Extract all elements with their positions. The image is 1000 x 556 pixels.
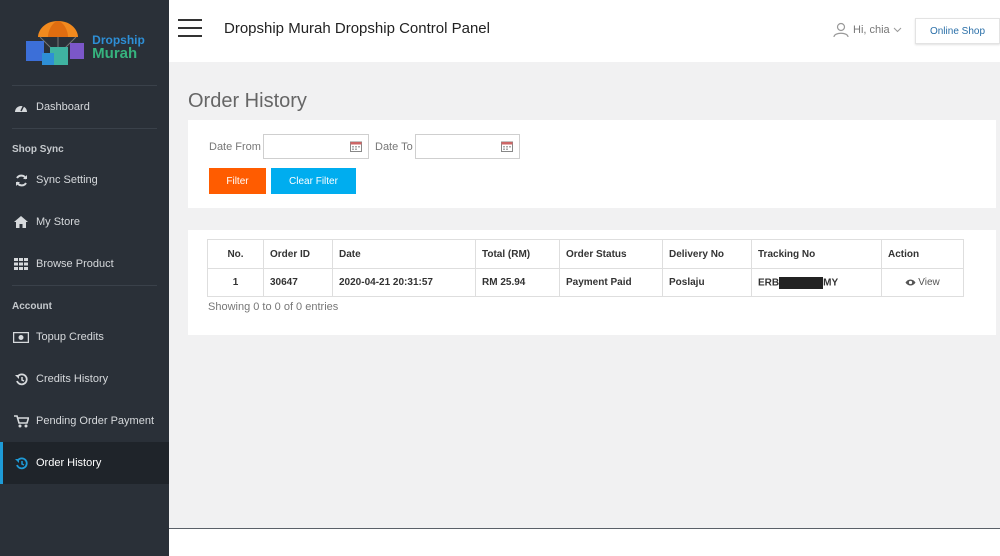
table-row: 1 30647 2020-04-21 20:31:57 RM 25.94 Pay… <box>207 268 964 297</box>
table-summary: Showing 0 to 0 of 0 entries <box>208 301 339 313</box>
sidebar-item-label: Dashboard <box>36 101 90 113</box>
view-label: View <box>918 276 940 288</box>
column-header-total[interactable]: Total (RM) <box>475 239 560 269</box>
footer <box>169 528 1000 556</box>
table-header-row: No. Order ID Date Total (RM) Order Statu… <box>207 239 964 269</box>
tracking-prefix: ERB <box>758 277 780 289</box>
sidebar-item-label: Browse Product <box>36 258 114 270</box>
cart-icon <box>12 414 30 428</box>
column-header-action[interactable]: Action <box>881 239 964 269</box>
eye-icon <box>905 279 916 285</box>
user-icon <box>833 22 849 38</box>
sidebar-item-label: Topup Credits <box>36 331 104 343</box>
date-to-label: Date To <box>375 141 413 153</box>
sidebar-item-credits-history[interactable]: Credits History <box>0 358 169 400</box>
calendar-icon[interactable] <box>501 141 513 152</box>
home-icon <box>12 215 30 229</box>
sidebar-item-topup-credits[interactable]: Topup Credits <box>0 316 169 358</box>
order-table-panel: No. Order ID Date Total (RM) Order Statu… <box>188 230 996 335</box>
cell-date: 2020-04-21 20:31:57 <box>332 268 476 297</box>
tachometer-icon <box>12 100 30 114</box>
top-header: Dropship Murah Dropship Control Panel Hi… <box>169 0 1000 62</box>
sidebar-item-label: My Store <box>36 216 81 228</box>
header-title: Dropship Murah Dropship Control Panel <box>224 20 490 37</box>
date-to-field[interactable] <box>415 134 520 159</box>
column-header-delivery-no[interactable]: Delivery No <box>662 239 752 269</box>
sidebar-item-dashboard[interactable]: Dashboard <box>0 86 169 128</box>
sidebar-item-my-store[interactable]: My Store <box>0 201 169 243</box>
grid-icon <box>12 257 30 271</box>
sidebar-section-shop-sync: Shop Sync <box>12 144 64 155</box>
hamburger-menu-icon[interactable] <box>178 19 202 37</box>
column-header-order-status[interactable]: Order Status <box>559 239 663 269</box>
cell-tracking-no: ERB MY <box>751 268 882 297</box>
online-shop-button[interactable]: Online Shop <box>915 18 1000 44</box>
calendar-icon[interactable] <box>350 141 362 152</box>
user-greeting: Hi, chia <box>853 24 890 36</box>
sidebar-item-order-history[interactable]: Order History <box>0 442 169 484</box>
redacted-block <box>779 276 824 289</box>
sidebar-item-label: Pending Order Payment <box>36 415 155 427</box>
date-from-field[interactable] <box>263 134 369 159</box>
column-header-order-id[interactable]: Order ID <box>263 239 333 269</box>
sidebar: Dropship Murah Dashboard Shop Sync Sync … <box>0 0 169 556</box>
user-menu[interactable]: Hi, chia <box>833 22 906 38</box>
page-title: Order History <box>188 90 307 112</box>
filter-panel: Date From Date To Filter Clear Filter <box>188 120 996 208</box>
filter-button[interactable]: Filter <box>209 168 266 194</box>
cell-action: View <box>881 268 964 297</box>
date-to-input[interactable] <box>421 136 501 157</box>
date-from-label: Date From <box>209 141 261 153</box>
sidebar-item-label: Sync Setting <box>36 174 98 186</box>
cell-no: 1 <box>207 268 264 297</box>
sidebar-item-sync-setting[interactable]: Sync Setting <box>0 159 169 201</box>
tracking-suffix: MY <box>823 277 839 289</box>
chevron-down-icon <box>893 27 902 33</box>
column-header-date[interactable]: Date <box>332 239 476 269</box>
sidebar-item-label: Credits History <box>36 373 109 385</box>
cell-delivery-no: Poslaju <box>662 268 752 297</box>
sidebar-item-label: Order History <box>36 457 102 469</box>
refresh-icon <box>12 173 30 187</box>
column-header-no[interactable]: No. <box>207 239 264 269</box>
clear-filter-button[interactable]: Clear Filter <box>271 168 356 194</box>
brand-logo[interactable]: Dropship Murah <box>12 0 157 86</box>
history-icon <box>12 372 30 386</box>
view-order-link[interactable]: View <box>905 277 940 288</box>
sidebar-section-account: Account <box>12 301 52 312</box>
cell-total: RM 25.94 <box>475 268 560 297</box>
sidebar-item-browse-product[interactable]: Browse Product <box>0 243 169 285</box>
column-header-tracking-no[interactable]: Tracking No <box>751 239 882 269</box>
cell-order-id: 30647 <box>263 268 333 297</box>
sidebar-item-pending-order-payment[interactable]: Pending Order Payment <box>0 400 169 442</box>
brand-name-line2: Murah <box>92 45 138 62</box>
cell-order-status: Payment Paid <box>559 268 663 297</box>
order-table: No. Order ID Date Total (RM) Order Statu… <box>207 239 964 297</box>
history-icon <box>12 456 30 470</box>
date-from-input[interactable] <box>270 136 350 157</box>
money-icon <box>12 330 30 344</box>
